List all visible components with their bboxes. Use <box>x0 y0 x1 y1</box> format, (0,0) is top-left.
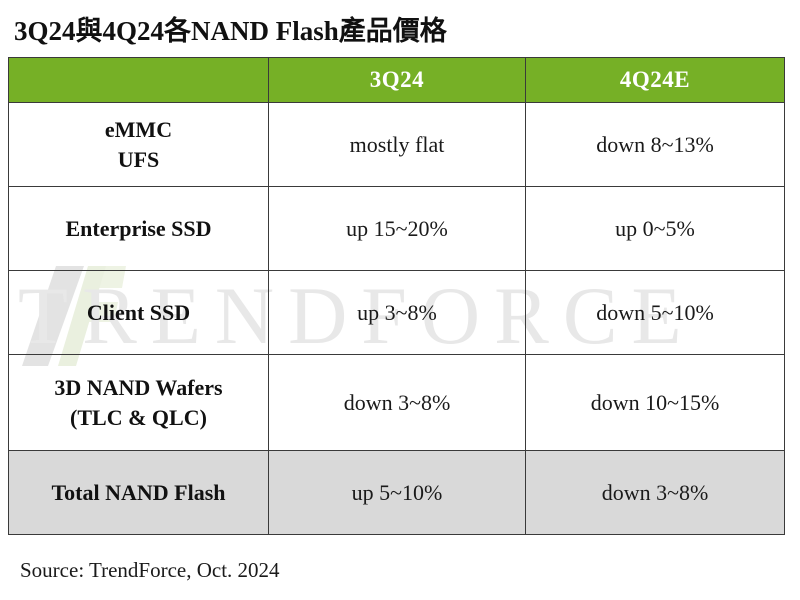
cell-product-name: Client SSD <box>8 270 269 355</box>
cell-4q24e-value: down 8~13% <box>525 102 785 187</box>
product-name-line1: 3D NAND Wafers <box>54 374 223 400</box>
cell-3q24-value: up 3~8% <box>268 270 526 355</box>
product-name-line1: Client SSD <box>86 299 191 325</box>
cell-product-name: eMMC UFS <box>8 102 269 187</box>
nand-price-table: 3Q24 4Q24E eMMC UFS mostly flat down 8~1… <box>8 57 785 535</box>
table-row: Enterprise SSD up 15~20% up 0~5% <box>8 186 785 271</box>
cell-3q24-value: down 3~8% <box>268 354 526 451</box>
table-row: Client SSD up 3~8% down 5~10% <box>8 270 785 355</box>
product-name-line2: (TLC & QLC) <box>70 404 207 430</box>
table-row-total: Total NAND Flash up 5~10% down 3~8% <box>8 450 785 535</box>
cell-4q24e-value: down 3~8% <box>525 450 785 535</box>
page-title: 3Q24與4Q24各NAND Flash產品價格 <box>14 16 447 46</box>
table-header-row: 3Q24 4Q24E <box>8 57 785 103</box>
cell-3q24-value: up 15~20% <box>268 186 526 271</box>
cell-product-name: 3D NAND Wafers (TLC & QLC) <box>8 354 269 451</box>
header-cell-product <box>8 57 269 103</box>
source-note: Source: TrendForce, Oct. 2024 <box>20 558 280 582</box>
table-row: 3D NAND Wafers (TLC & QLC) down 3~8% dow… <box>8 354 785 451</box>
cell-3q24-value: mostly flat <box>268 102 526 187</box>
header-cell-4q24e: 4Q24E <box>525 57 785 103</box>
cell-4q24e-value: down 5~10% <box>525 270 785 355</box>
price-table-figure: 3Q24與4Q24各NAND Flash產品價格 TRENDFORCE 3Q24… <box>0 0 800 600</box>
cell-product-name: Total NAND Flash <box>8 450 269 535</box>
header-cell-3q24: 3Q24 <box>268 57 526 103</box>
cell-4q24e-value: down 10~15% <box>525 354 785 451</box>
product-name-line1: Enterprise SSD <box>65 215 212 241</box>
cell-4q24e-value: up 0~5% <box>525 186 785 271</box>
table-row: eMMC UFS mostly flat down 8~13% <box>8 102 785 187</box>
cell-3q24-value: up 5~10% <box>268 450 526 535</box>
product-name-line2: UFS <box>117 146 160 172</box>
product-name-line1: eMMC <box>104 116 173 142</box>
product-name-line1: Total NAND Flash <box>51 479 226 505</box>
cell-product-name: Enterprise SSD <box>8 186 269 271</box>
